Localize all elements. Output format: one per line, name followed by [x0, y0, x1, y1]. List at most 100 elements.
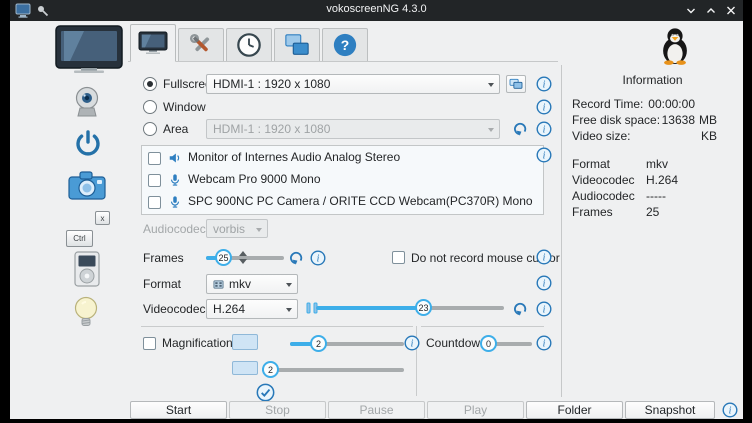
audio-device-label: Monitor of Internes Audio Analog Stereo: [188, 150, 400, 164]
audio-device-row[interactable]: Monitor of Internes Audio Analog Stereo: [142, 147, 543, 169]
videocodec-select[interactable]: H.264: [206, 299, 298, 319]
magnification-apply-button[interactable]: [256, 383, 275, 402]
countdown-group-border: [421, 326, 544, 327]
all-screens-button[interactable]: [506, 75, 526, 93]
crf-slider-handle[interactable]: 23: [415, 299, 432, 316]
format-file-icon: [213, 279, 224, 290]
countdown-info-icon[interactable]: i: [536, 335, 552, 351]
maximize-button[interactable]: [703, 3, 719, 18]
start-button[interactable]: Start: [130, 401, 227, 419]
frames-slider-handle[interactable]: 25: [215, 249, 232, 266]
audio-device-label: Webcam Pro 9000 Mono: [188, 172, 321, 186]
tab-tools[interactable]: [178, 28, 224, 62]
video-size-row: Video size: KB: [562, 129, 743, 144]
titlebar[interactable]: vokoscreenNG 4.3.0: [10, 0, 743, 21]
window-label: Window: [163, 100, 206, 114]
tab-help[interactable]: ?: [322, 28, 368, 62]
tab-windows[interactable]: [274, 28, 320, 62]
magnification-shape-preview-2[interactable]: [232, 361, 258, 375]
power-status-icon: [72, 129, 104, 161]
audiocodec-label: Audiocodec: [143, 222, 206, 236]
svg-text:i: i: [543, 151, 546, 162]
format-label: Format: [143, 277, 181, 291]
frames-info-icon[interactable]: i: [310, 250, 326, 266]
windows-tab-icon: [284, 32, 310, 58]
magnification-checkbox[interactable]: [143, 337, 156, 350]
folder-button[interactable]: Folder: [526, 401, 623, 419]
window-info-icon[interactable]: i: [536, 99, 552, 115]
frames-stepper[interactable]: [238, 251, 247, 264]
magnification-label: Magnification: [162, 336, 233, 350]
minimize-button[interactable]: [683, 3, 699, 18]
audio-device-row[interactable]: SPC 900NC PC Camera / ORITE CCD Webcam(P…: [142, 191, 543, 213]
countdown-label: Countdown: [426, 336, 487, 350]
screen-status-icon: [54, 25, 124, 73]
video-size-label: Video size:: [572, 129, 630, 143]
magnification-height-handle[interactable]: 2: [262, 361, 279, 378]
ctrl-key-icon: Ctrl: [66, 230, 93, 247]
desktop: { "titlebar": { "title": "vokoscreenNG 4…: [0, 0, 752, 423]
magnification-group-border: [141, 326, 413, 327]
svg-text:i: i: [543, 305, 546, 316]
window-radio[interactable]: [143, 100, 157, 114]
disk-space-unit: MB: [699, 113, 717, 127]
audio-device-row[interactable]: Webcam Pro 9000 Mono: [142, 169, 543, 191]
info-format-value: mkv: [646, 157, 668, 171]
disk-space-label: Free disk space:: [572, 113, 660, 127]
crf-reset-icon[interactable]: [512, 301, 528, 317]
audio-info-icon[interactable]: i: [536, 147, 552, 163]
information-title: Information: [562, 73, 743, 87]
tab-timer[interactable]: [226, 28, 272, 62]
area-info-icon[interactable]: i: [536, 121, 552, 137]
video-size-unit: KB: [701, 129, 717, 143]
audio-device-list[interactable]: Monitor of Internes Audio Analog Stereo …: [141, 145, 544, 215]
record-time-row: Record Time: 00:00:00: [562, 97, 743, 112]
svg-text:i: i: [729, 406, 732, 417]
area-reset-icon[interactable]: [512, 121, 528, 137]
microphone-icon: [168, 173, 182, 187]
info-videocodec-row: Videocodec H.264: [562, 173, 743, 188]
audio-device-checkbox[interactable]: [148, 152, 161, 165]
frames-reset-icon[interactable]: [288, 250, 304, 266]
format-select[interactable]: mkv: [206, 274, 298, 294]
disk-space-value: 13638: [662, 113, 695, 127]
fullscreen-info-icon[interactable]: i: [536, 76, 552, 92]
stop-button: Stop: [229, 401, 326, 419]
fullscreen-radio[interactable]: [143, 77, 157, 91]
x-key-icon: x: [95, 211, 110, 225]
magnification-shape-preview[interactable]: [232, 334, 258, 350]
tux-mascot-icon: [658, 27, 692, 65]
close-button[interactable]: [723, 3, 739, 18]
snapshot-button[interactable]: Snapshot: [625, 401, 715, 419]
audio-device-checkbox[interactable]: [148, 196, 161, 209]
record-time-value: 00:00:00: [648, 97, 695, 111]
speaker-icon: [168, 151, 182, 165]
countdown-slider[interactable]: 0: [480, 335, 532, 352]
app-window: vokoscreenNG 4.3.0 x Ctrl: [10, 0, 743, 419]
microphone-icon: [168, 195, 182, 209]
audio-device-checkbox[interactable]: [148, 174, 161, 187]
crf-slider[interactable]: 23: [316, 299, 504, 316]
footer-info-icon[interactable]: i: [722, 402, 738, 418]
magnification-height-slider[interactable]: 2: [262, 361, 404, 378]
area-radio[interactable]: [143, 122, 157, 136]
svg-text:?: ?: [341, 37, 350, 53]
no-cursor-checkbox[interactable]: [392, 251, 405, 264]
tab-screen-capture[interactable]: [130, 24, 176, 62]
chevron-down-icon: [488, 128, 494, 132]
countdown-slider-handle[interactable]: 0: [480, 335, 497, 352]
svg-text:i: i: [411, 339, 414, 350]
no-cursor-info-icon[interactable]: i: [536, 249, 552, 265]
fullscreen-screen-select[interactable]: HDMI-1 : 1920 x 1080: [206, 74, 500, 94]
format-info-icon[interactable]: i: [536, 275, 552, 291]
info-format-label: Format: [572, 157, 610, 171]
svg-text:i: i: [543, 279, 546, 290]
videocodec-info-icon[interactable]: i: [536, 301, 552, 317]
svg-text:i: i: [543, 125, 546, 136]
magnification-width-slider[interactable]: 2: [290, 335, 404, 352]
info-frames-row: Frames 25: [562, 205, 743, 220]
magnification-info-icon[interactable]: i: [404, 335, 420, 351]
magnification-width-handle[interactable]: 2: [310, 335, 327, 352]
tools-tab-icon: [188, 32, 214, 58]
camera-status-icon: [68, 171, 106, 201]
